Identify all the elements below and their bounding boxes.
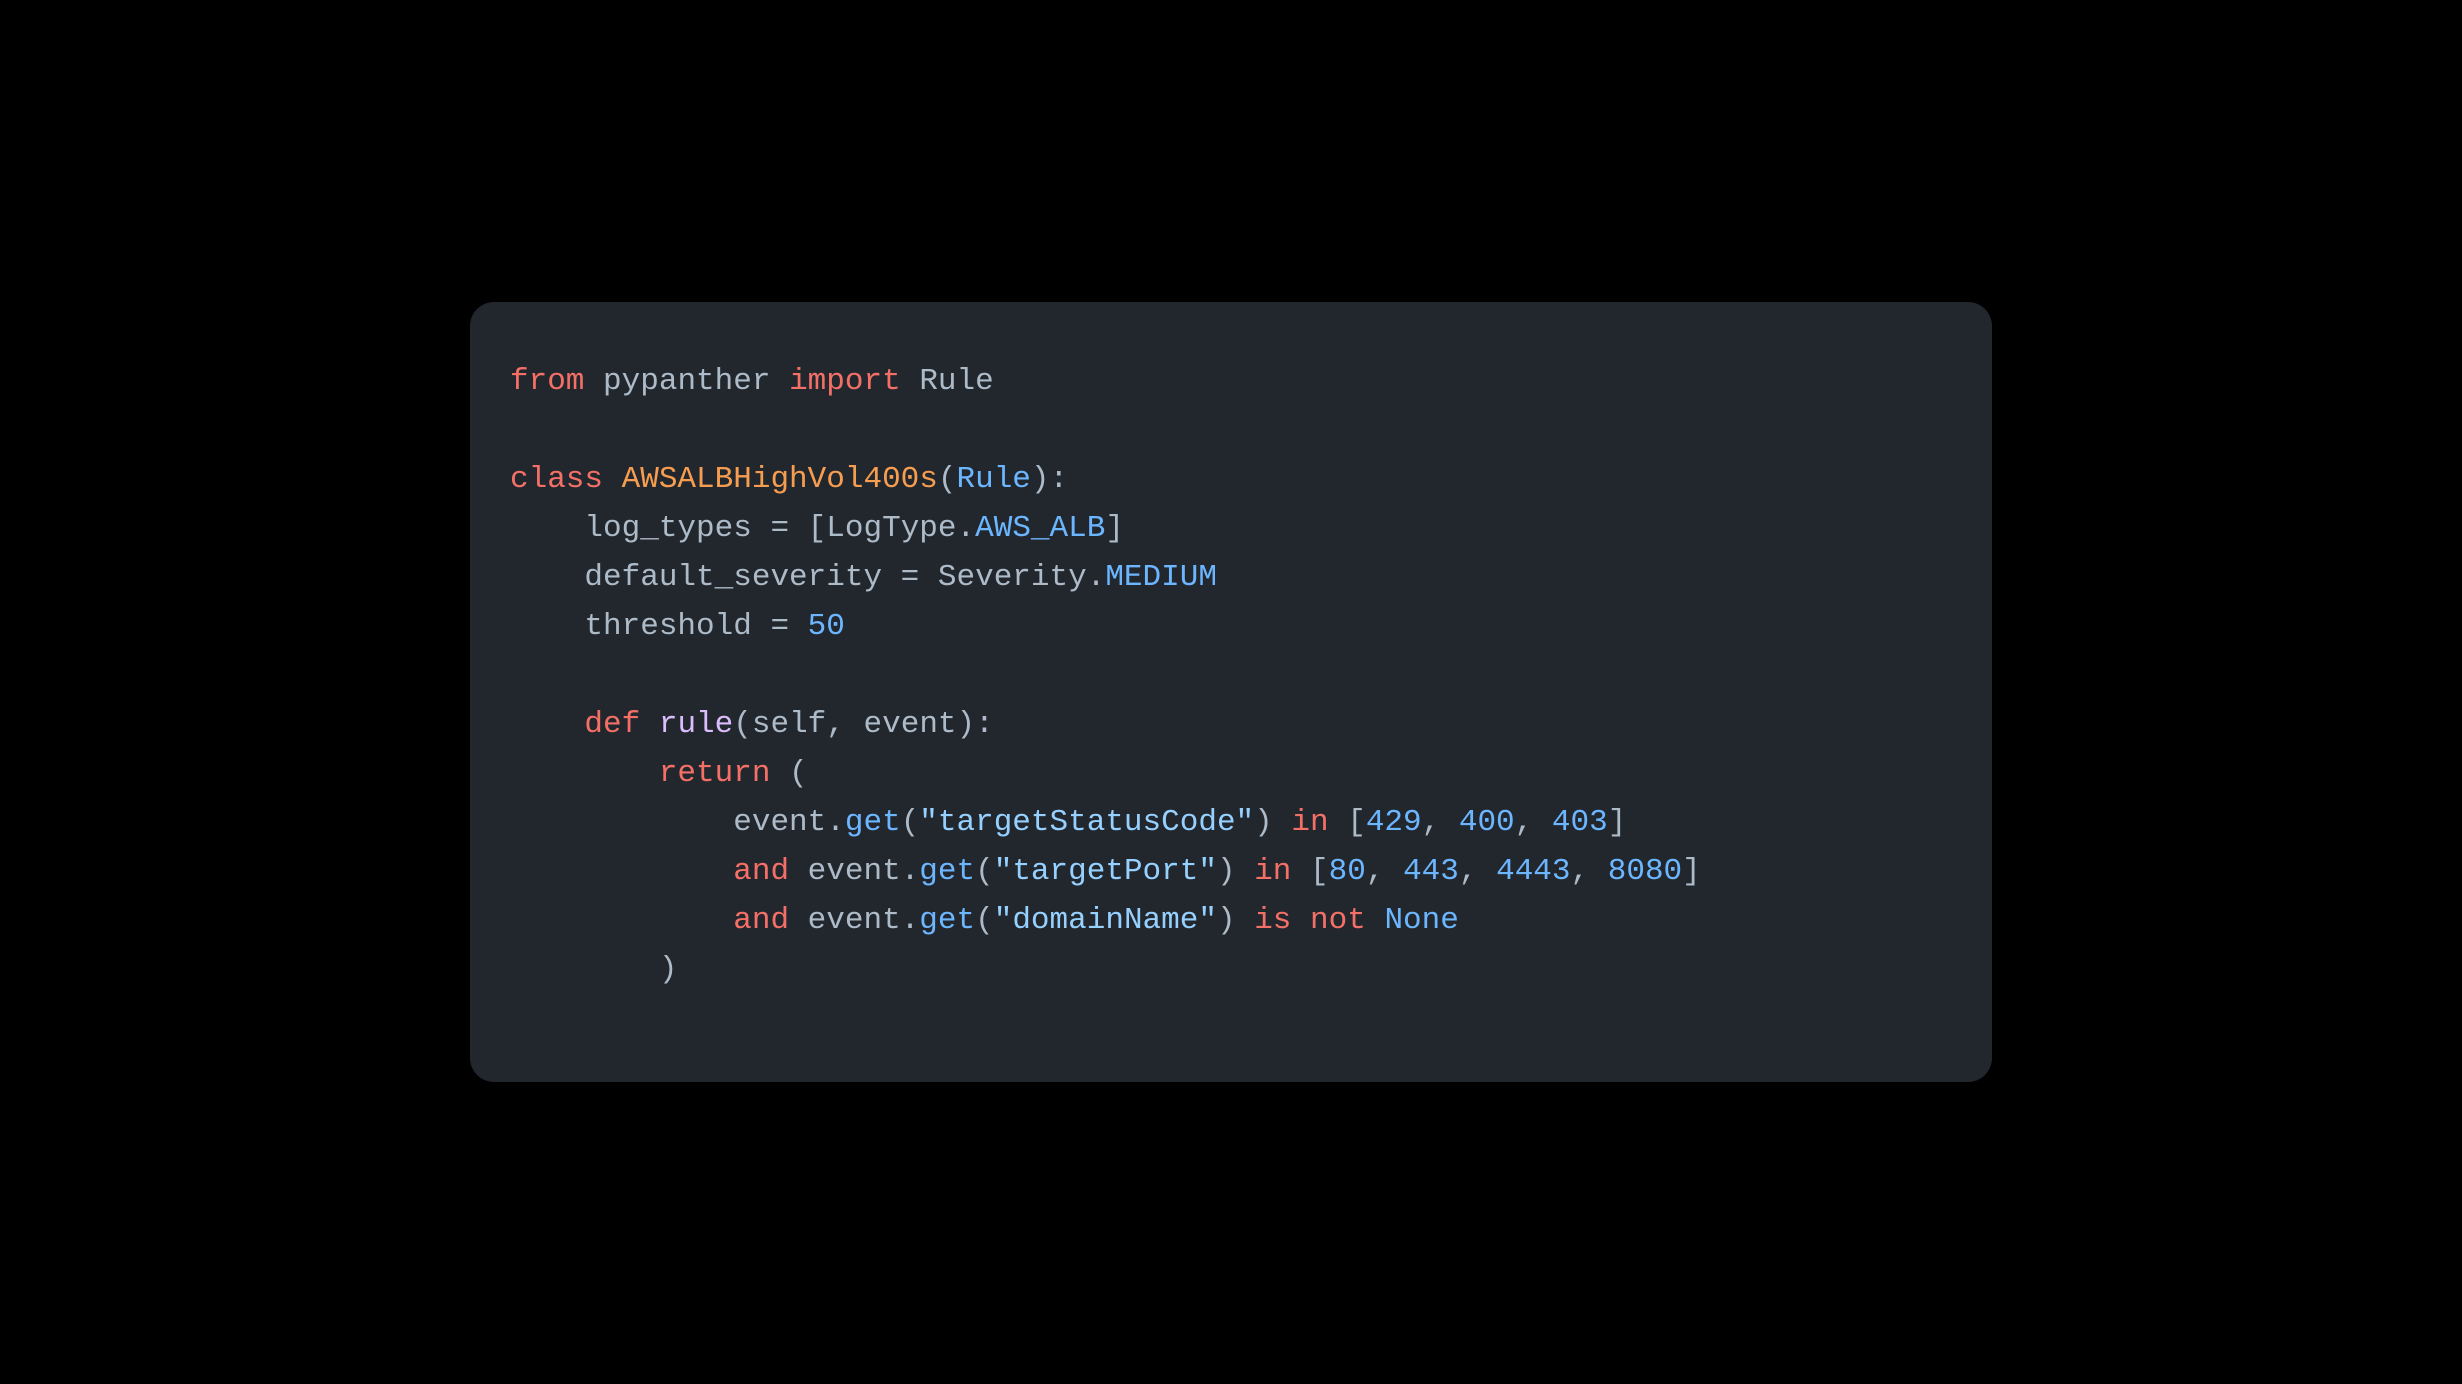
assign: = [	[752, 511, 826, 546]
keyword-not: not	[1310, 903, 1366, 938]
indent	[510, 854, 733, 889]
num-8080: 8080	[1608, 854, 1682, 889]
indent	[510, 952, 659, 987]
code-block: from pypanther import Rule class AWSALBH…	[470, 302, 1992, 1082]
base-class: Rule	[957, 462, 1031, 497]
num-429: 429	[1366, 805, 1422, 840]
bracket-open: [	[1329, 805, 1366, 840]
indent	[510, 756, 659, 791]
keyword-is: is	[1254, 903, 1291, 938]
comma: ,	[1515, 805, 1552, 840]
obj-event: event	[733, 805, 826, 840]
str-target-status-code: "targetStatusCode"	[919, 805, 1254, 840]
space	[640, 707, 659, 742]
keyword-in: in	[1291, 805, 1328, 840]
paren-open: (	[733, 707, 752, 742]
dot: .	[901, 854, 920, 889]
call-get: get	[919, 903, 975, 938]
bracket-close: ]	[1682, 854, 1701, 889]
call-get: get	[845, 805, 901, 840]
class-name: AWSALBHighVol400s	[622, 462, 938, 497]
num-403: 403	[1552, 805, 1608, 840]
space	[789, 903, 808, 938]
code-content: from pypanther import Rule class AWSALBH…	[510, 358, 1952, 995]
paren-open: (	[770, 756, 807, 791]
assign: =	[752, 609, 808, 644]
dot: .	[957, 511, 976, 546]
paren-close-colon: ):	[1031, 462, 1068, 497]
func-rule: rule	[659, 707, 733, 742]
num-50: 50	[808, 609, 845, 644]
paren-close: )	[659, 952, 678, 987]
keyword-class: class	[510, 462, 603, 497]
param-self: self	[752, 707, 826, 742]
obj-logtype: LogType	[826, 511, 956, 546]
space	[789, 854, 808, 889]
import-name: Rule	[919, 364, 993, 399]
dot: .	[1087, 560, 1106, 595]
num-400: 400	[1459, 805, 1515, 840]
keyword-and: and	[733, 854, 789, 889]
num-4443: 4443	[1496, 854, 1570, 889]
bracket-close: ]	[1105, 511, 1124, 546]
param-event: event	[864, 707, 957, 742]
indent	[510, 805, 733, 840]
var-log-types: log_types	[584, 511, 751, 546]
const-none: None	[1384, 903, 1458, 938]
keyword-return: return	[659, 756, 771, 791]
keyword-from: from	[510, 364, 584, 399]
keyword-in: in	[1254, 854, 1291, 889]
call-get: get	[919, 854, 975, 889]
var-default-severity: default_severity	[584, 560, 882, 595]
comma: ,	[1422, 805, 1459, 840]
bracket-close: ]	[1608, 805, 1627, 840]
paren-open: (	[975, 903, 994, 938]
paren-close-colon: ):	[957, 707, 994, 742]
obj-event: event	[808, 903, 901, 938]
paren-open: (	[975, 854, 994, 889]
indent	[510, 707, 584, 742]
const-aws-alb: AWS_ALB	[975, 511, 1105, 546]
indent	[510, 511, 584, 546]
paren-close: )	[1217, 903, 1254, 938]
keyword-import: import	[789, 364, 901, 399]
comma: ,	[1366, 854, 1403, 889]
const-medium: MEDIUM	[1105, 560, 1217, 595]
paren-close: )	[1254, 805, 1291, 840]
space	[1366, 903, 1385, 938]
dot: .	[901, 903, 920, 938]
str-domain-name: "domainName"	[994, 903, 1217, 938]
num-443: 443	[1403, 854, 1459, 889]
dot: .	[826, 805, 845, 840]
comma: ,	[826, 707, 863, 742]
bracket-open: [	[1291, 854, 1328, 889]
obj-severity: Severity	[938, 560, 1087, 595]
paren-open: (	[938, 462, 957, 497]
obj-event: event	[808, 854, 901, 889]
indent	[510, 903, 733, 938]
indent	[510, 609, 584, 644]
var-threshold: threshold	[584, 609, 751, 644]
keyword-def: def	[584, 707, 640, 742]
space	[1291, 903, 1310, 938]
paren-open: (	[901, 805, 920, 840]
comma: ,	[1459, 854, 1496, 889]
keyword-and: and	[733, 903, 789, 938]
num-80: 80	[1329, 854, 1366, 889]
assign: =	[882, 560, 938, 595]
indent	[510, 560, 584, 595]
module-name: pypanther	[603, 364, 770, 399]
paren-close: )	[1217, 854, 1254, 889]
comma: ,	[1571, 854, 1608, 889]
str-target-port: "targetPort"	[994, 854, 1217, 889]
